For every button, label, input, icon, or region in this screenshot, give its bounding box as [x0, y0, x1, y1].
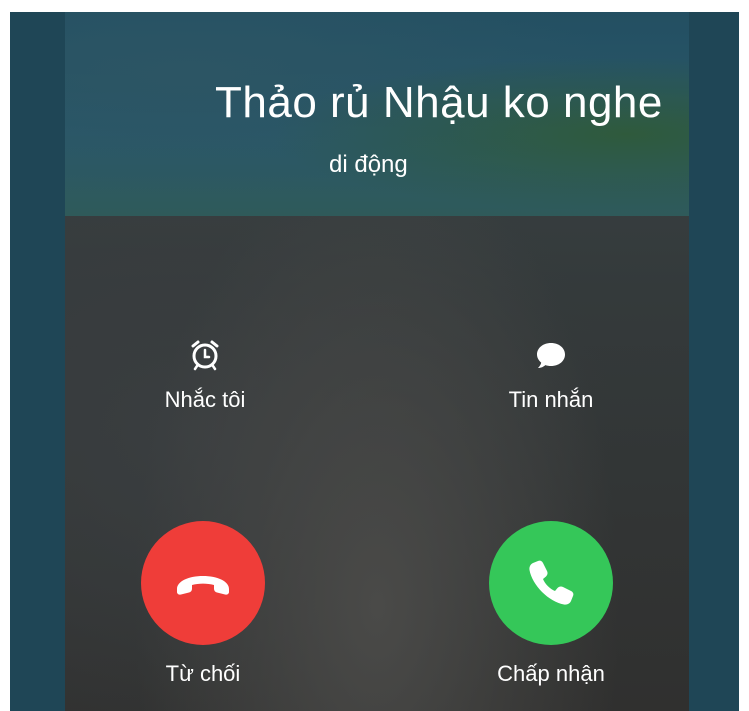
- accept-button[interactable]: Chấp nhận: [471, 521, 631, 687]
- decline-circle[interactable]: [141, 521, 265, 645]
- message-button[interactable]: Tin nhắn: [471, 339, 631, 413]
- accept-circle[interactable]: [489, 521, 613, 645]
- caller-number-label: di động: [329, 151, 408, 178]
- decline-button[interactable]: Từ chối: [123, 521, 283, 687]
- speech-bubble-icon: [537, 343, 565, 368]
- phone-hangup-icon: [177, 576, 229, 595]
- decline-label: Từ chối: [165, 661, 241, 686]
- remind-me-label: Nhắc tôi: [164, 387, 246, 412]
- incoming-call-screen: Thảo rủ Nhậu ko nghe di động Nhắc tôi Ti…: [65, 12, 689, 711]
- screenshot-frame: Thảo rủ Nhậu ko nghe di động Nhắc tôi Ti…: [10, 12, 739, 711]
- alarm-clock-icon: [191, 340, 219, 371]
- message-label: Tin nhắn: [508, 387, 594, 412]
- remind-me-button[interactable]: Nhắc tôi: [125, 339, 285, 413]
- accept-label: Chấp nhận: [497, 661, 605, 686]
- caller-name: Thảo rủ Nhậu ko nghe: [215, 78, 663, 127]
- phone-icon: [529, 560, 574, 605]
